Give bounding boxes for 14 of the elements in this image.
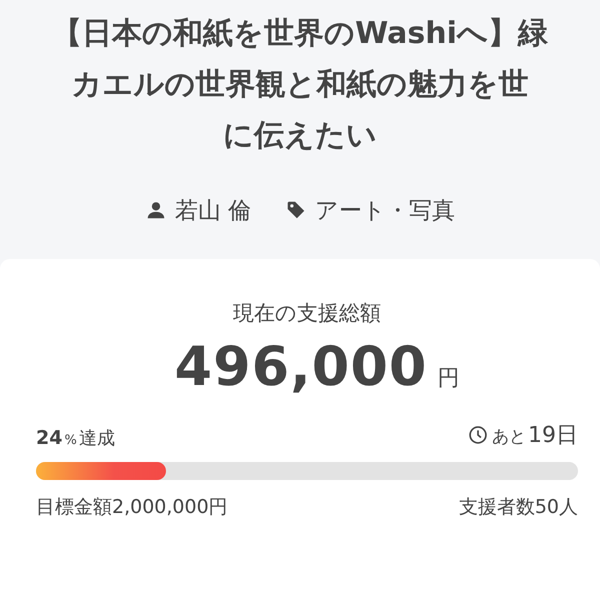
backer-count: 支援者数50人 [458,495,578,520]
amount-value: 496,000 [174,335,428,398]
currency-label: 円 [437,365,460,393]
project-title: 【日本の和紙を世界のWashiへ】緑 [52,15,548,53]
author-name: 若山 倫 [174,196,252,226]
days-remaining: あと 19日 [492,422,578,450]
category-link[interactable]: アート・写真 [315,194,456,226]
funding-heading: 現在の支援総額 [233,300,381,327]
clock-icon [468,425,488,445]
project-title: カエルの世界観と和紙の魅力を世 [72,66,528,104]
project-title: に伝えたい [223,117,377,155]
person-icon [144,199,167,221]
goal-amount: 目標金額2,000,000円 [36,495,228,520]
achievement-rate: 24%達成 [36,426,115,450]
